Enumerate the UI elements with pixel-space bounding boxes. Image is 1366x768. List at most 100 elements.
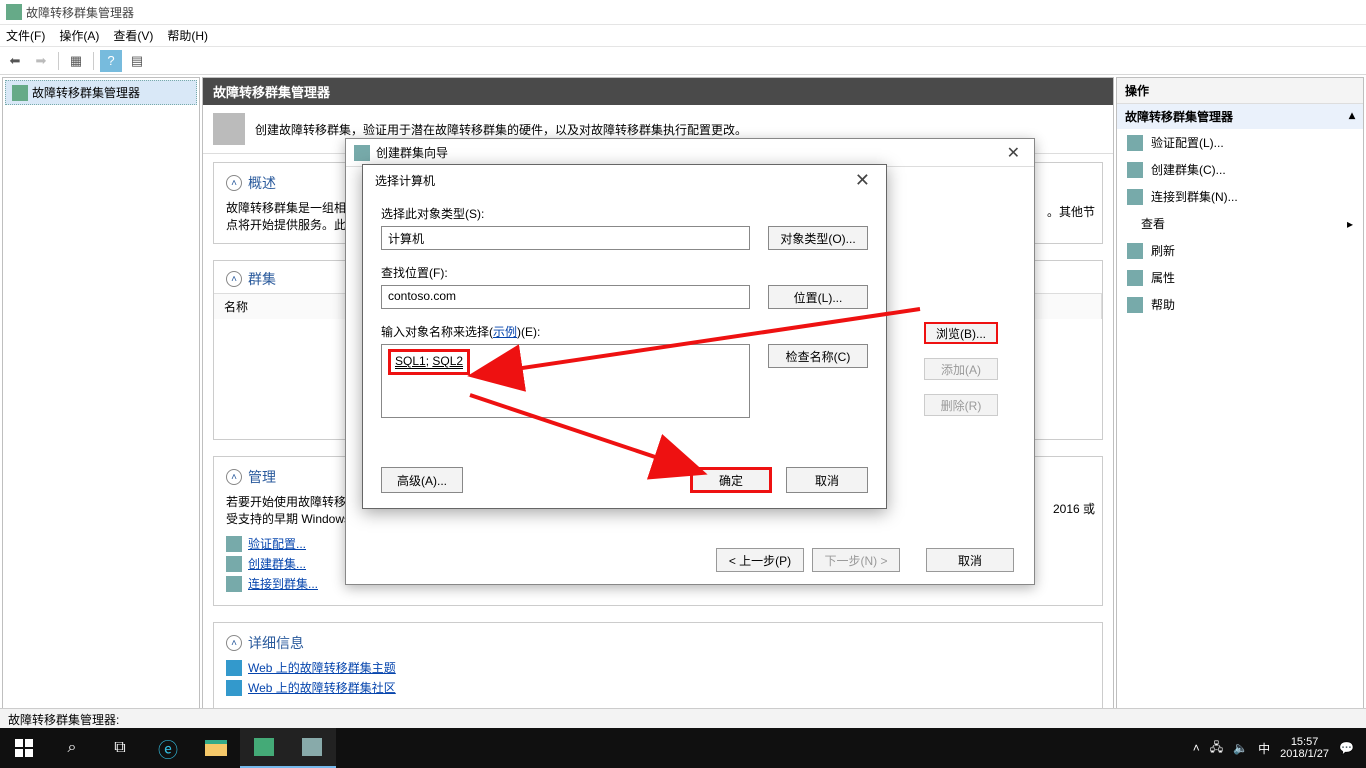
object-names-input[interactable]: SQL1; SQL2: [381, 344, 750, 418]
action-validate[interactable]: 验证配置(L)...: [1117, 129, 1363, 156]
mmc-menu-bar: 文件(F) 操作(A) 查看(V) 帮助(H): [0, 25, 1366, 47]
mmc-status-bar: 故障转移群集管理器:: [0, 708, 1366, 728]
manage-link-connect[interactable]: 连接到群集...: [248, 575, 318, 592]
dialog-title: 选择计算机: [375, 172, 435, 189]
center-header: 故障转移群集管理器: [203, 78, 1113, 105]
clusters-title: 群集: [248, 269, 276, 289]
wizard-title-text: 创建群集向导: [376, 144, 448, 161]
manage-link-create[interactable]: 创建群集...: [248, 555, 306, 572]
taskbar: ⌕ ⧉ ⓔ ˄ 🖧 🔈 中 15:57 2018/1/27 💬: [0, 728, 1366, 768]
tray-up-icon[interactable]: ˄: [1193, 741, 1200, 755]
check-names-button[interactable]: 检查名称(C): [768, 344, 868, 368]
menu-help[interactable]: 帮助(H): [167, 27, 208, 44]
action-properties[interactable]: 属性: [1117, 264, 1363, 291]
toolbar-properties-button[interactable]: ▤: [126, 50, 148, 72]
app-icon: [6, 4, 22, 20]
label-object-names: 输入对象名称来选择(示例)(E):: [381, 323, 868, 340]
chevron-up-icon[interactable]: ˄: [226, 469, 242, 485]
tray-volume-icon[interactable]: 🔈: [1233, 741, 1248, 755]
wizard-browse-button[interactable]: 浏览(B)...: [924, 322, 998, 344]
toolbar-help-button[interactable]: ?: [100, 50, 122, 72]
cancel-button[interactable]: 取消: [786, 467, 868, 493]
chevron-up-icon[interactable]: ˄: [226, 271, 242, 287]
chevron-up-icon[interactable]: ˄: [226, 635, 242, 651]
tray-network-icon[interactable]: 🖧: [1210, 738, 1223, 759]
actions-group-title: 故障转移群集管理器▴: [1117, 104, 1363, 129]
actions-pane: 操作 故障转移群集管理器▴ 验证配置(L)... 创建群集(C)... 连接到群…: [1116, 77, 1364, 726]
mmc-title-text: 故障转移群集管理器: [26, 4, 134, 21]
wizard-add-button: 添加(A): [924, 358, 998, 380]
mmc-toolbar: ⬅ ➡ ▦ ? ▤: [0, 47, 1366, 75]
start-button[interactable]: [0, 728, 48, 768]
manage-link-validate[interactable]: 验证配置...: [248, 535, 306, 552]
select-computer-dialog: 选择计算机 ✕ 选择此对象类型(S): 计算机 对象类型(O)... 查找位置(…: [362, 164, 887, 509]
validate-icon: [1127, 135, 1143, 151]
menu-view[interactable]: 查看(V): [113, 27, 153, 44]
details-link-community[interactable]: Web 上的故障转移群集社区: [248, 679, 396, 696]
toolbar-show-hide-tree-button[interactable]: ▦: [65, 50, 87, 72]
wizard-remove-button: 删除(R): [924, 394, 998, 416]
toolbar-forward-button[interactable]: ➡: [30, 50, 52, 72]
tree-pane: 故障转移群集管理器: [2, 77, 200, 726]
overview-title: 概述: [248, 173, 276, 193]
banner-icon: [213, 113, 245, 145]
menu-file[interactable]: 文件(F): [6, 27, 45, 44]
tray-action-center-icon[interactable]: 💬: [1339, 741, 1354, 755]
connect-cluster-icon: [1127, 189, 1143, 205]
mmc-titlebar: 故障转移群集管理器: [0, 0, 1366, 25]
wizard-icon: [354, 145, 370, 161]
create-cluster-icon: [226, 556, 242, 572]
toolbar-back-button[interactable]: ⬅: [4, 50, 26, 72]
validate-icon: [226, 536, 242, 552]
tree-root-item[interactable]: 故障转移群集管理器: [5, 80, 197, 105]
overview-tail-text: 。其他节: [1047, 203, 1095, 220]
wizard-cancel-button[interactable]: 取消: [926, 548, 1014, 572]
web-icon: [226, 660, 242, 676]
manage-title: 管理: [248, 467, 276, 487]
dialog-close-button[interactable]: ✕: [851, 170, 874, 191]
wizard-close-button[interactable]: ✕: [1001, 143, 1026, 163]
taskbar-search-button[interactable]: ⌕: [48, 728, 96, 768]
tray-clock[interactable]: 15:57 2018/1/27: [1280, 736, 1329, 760]
web-icon: [226, 680, 242, 696]
manage-tail-text: 2016 或: [1053, 500, 1095, 517]
properties-icon: [1127, 270, 1143, 286]
action-help[interactable]: 帮助: [1117, 291, 1363, 318]
refresh-icon: [1127, 243, 1143, 259]
tree-root-label: 故障转移群集管理器: [32, 84, 140, 101]
ok-button[interactable]: 确定: [690, 467, 772, 493]
advanced-button[interactable]: 高级(A)...: [381, 467, 463, 493]
location-button[interactable]: 位置(L)...: [768, 285, 868, 309]
location-field: contoso.com: [381, 285, 750, 309]
action-view[interactable]: 查看▸: [1117, 210, 1363, 237]
label-location: 查找位置(F):: [381, 264, 868, 281]
cluster-manager-icon: [12, 85, 28, 101]
action-refresh[interactable]: 刷新: [1117, 237, 1363, 264]
object-type-button[interactable]: 对象类型(O)...: [768, 226, 868, 250]
taskbar-app-failover-cluster[interactable]: [288, 728, 336, 768]
label-object-type: 选择此对象类型(S):: [381, 205, 868, 222]
taskbar-app-ie[interactable]: ⓔ: [144, 728, 192, 768]
actions-pane-title: 操作: [1117, 78, 1363, 104]
connect-cluster-icon: [226, 576, 242, 592]
task-view-button[interactable]: ⧉: [96, 728, 144, 768]
wizard-next-button: 下一步(N) >: [812, 548, 900, 572]
object-names-highlight: SQL1; SQL2: [388, 349, 470, 375]
details-title: 详细信息: [248, 633, 304, 653]
banner-text: 创建故障转移群集，验证用于潜在故障转移群集的硬件，以及对故障转移群集执行配置更改…: [255, 121, 747, 138]
taskbar-app-server-manager[interactable]: [240, 728, 288, 768]
details-section: ˄ 详细信息 Web 上的故障转移群集主题 Web 上的故障转移群集社区: [213, 622, 1103, 710]
example-link[interactable]: 示例: [493, 325, 517, 339]
collapse-icon[interactable]: ▴: [1349, 108, 1355, 125]
help-icon: [1127, 297, 1143, 313]
action-connect-cluster[interactable]: 连接到群集(N)...: [1117, 183, 1363, 210]
tray-ime-indicator[interactable]: 中: [1258, 740, 1270, 757]
object-type-field: 计算机: [381, 226, 750, 250]
chevron-up-icon[interactable]: ˄: [226, 175, 242, 191]
menu-action[interactable]: 操作(A): [59, 27, 99, 44]
taskbar-app-explorer[interactable]: [192, 728, 240, 768]
details-link-topics[interactable]: Web 上的故障转移群集主题: [248, 659, 396, 676]
wizard-back-button[interactable]: < 上一步(P): [716, 548, 804, 572]
action-create-cluster[interactable]: 创建群集(C)...: [1117, 156, 1363, 183]
create-cluster-icon: [1127, 162, 1143, 178]
